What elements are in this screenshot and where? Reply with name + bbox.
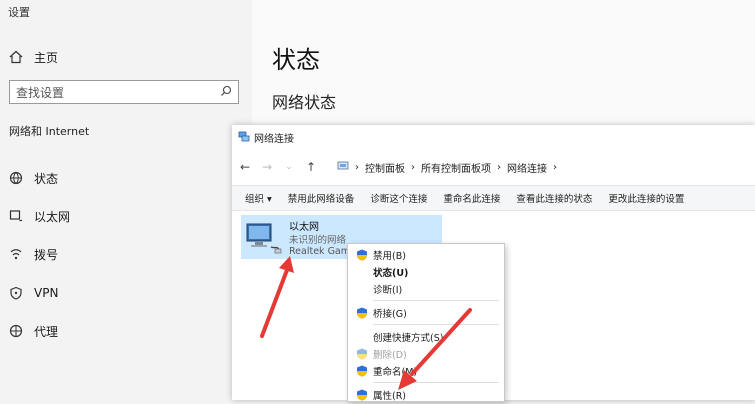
forward-arrow-icon[interactable]: → — [258, 160, 276, 174]
breadcrumb-control-panel[interactable]: 控制面板 — [365, 160, 405, 175]
menu-separator — [373, 300, 499, 301]
nav-item-label: 以太网 — [34, 209, 71, 224]
menu-item-bridge[interactable]: 桥接(G) — [348, 304, 504, 322]
connection-adapter: Realtek Gam — [289, 246, 351, 257]
breadcrumb-separator: › — [411, 161, 415, 173]
uac-shield-icon — [356, 249, 368, 261]
breadcrumb-all-items[interactable]: 所有控制面板项 — [421, 160, 491, 175]
search-placeholder: 查找设置 — [16, 85, 65, 100]
menu-item-properties[interactable]: 属性(R) — [348, 386, 504, 404]
explorer-window-title: 网络连接 — [254, 134, 294, 145]
disable-device-button[interactable]: 禁用此网络设备 — [280, 191, 363, 205]
uac-shield-icon — [356, 348, 368, 360]
menu-item-label: 禁用(B) — [373, 251, 406, 262]
menu-item-disable[interactable]: 禁用(B) — [348, 246, 504, 264]
menu-item-create-shortcut[interactable]: 创建快捷方式(S) — [348, 328, 504, 346]
uac-shield-icon — [356, 365, 368, 377]
menu-separator — [373, 382, 499, 383]
vpn-icon — [8, 286, 24, 300]
nav-item-label: VPN — [34, 286, 59, 300]
menu-item-label: 状态(U) — [373, 268, 409, 279]
menu-item-rename[interactable]: 重命名(M) — [348, 362, 504, 380]
uac-shield-icon — [356, 389, 368, 401]
home-icon — [8, 50, 24, 64]
diagnose-button[interactable]: 诊断这个连接 — [362, 191, 435, 205]
breadcrumb-separator: › — [355, 161, 359, 173]
nav-home[interactable]: 主页 — [8, 47, 58, 67]
menu-item-status[interactable]: 状态(U) — [348, 263, 504, 281]
dialup-icon — [8, 247, 24, 261]
network-folder-icon — [238, 130, 250, 145]
nav-item-label: 状态 — [34, 171, 59, 186]
control-panel-icon — [337, 160, 349, 175]
back-arrow-icon[interactable]: ← — [236, 160, 254, 174]
breadcrumb-separator: › — [497, 161, 501, 173]
settings-search-input[interactable]: 查找设置 — [9, 80, 239, 104]
nav-item-status[interactable]: 状态 — [8, 168, 58, 188]
menu-separator — [373, 324, 499, 325]
nav-item-dialup[interactable]: 拨号 — [8, 244, 58, 264]
change-settings-button[interactable]: 更改此连接的设置 — [600, 191, 692, 205]
network-adapter-icon — [245, 221, 283, 255]
page-subtitle: 网络状态 — [272, 93, 337, 112]
command-bar: 组织 ▾ 禁用此网络设备 诊断这个连接 重命名此连接 查看此连接的状态 更改此连… — [232, 185, 755, 211]
menu-item-label: 创建快捷方式(S) — [373, 333, 444, 344]
nav-item-vpn[interactable]: VPN — [8, 283, 58, 303]
breadcrumb: › 控制面板 › 所有控制面板项 › 网络连接 › — [334, 160, 560, 175]
nav-item-ethernet[interactable]: 以太网 — [8, 206, 70, 226]
connection-status: 未识别的网络 — [289, 235, 347, 246]
nav-item-label: 拨号 — [34, 247, 59, 262]
menu-item-label: 诊断(I) — [373, 285, 403, 296]
nav-item-label: 代理 — [34, 324, 59, 339]
nav-item-proxy[interactable]: 代理 — [8, 321, 58, 341]
settings-window-title: 设置 — [8, 6, 30, 19]
section-label-network: 网络和 Internet — [9, 125, 90, 138]
view-status-button[interactable]: 查看此连接的状态 — [508, 191, 600, 205]
proxy-globe-icon — [8, 324, 24, 338]
menu-item-diagnose[interactable]: 诊断(I) — [348, 280, 504, 298]
organize-button[interactable]: 组织 ▾ — [232, 191, 280, 205]
breadcrumb-separator: › — [553, 161, 557, 173]
ethernet-icon — [8, 209, 24, 223]
page-title: 状态 — [272, 46, 320, 74]
breadcrumb-network-connections[interactable]: 网络连接 — [507, 160, 547, 175]
address-bar: ← → ⌄ ↑ › 控制面板 › 所有控制面板项 › 网络连接 › — [232, 153, 755, 181]
recent-dropdown-icon[interactable]: ⌄ — [280, 162, 298, 172]
uac-shield-icon — [356, 307, 368, 319]
menu-item-label: 删除(D) — [373, 350, 407, 361]
nav-home-label: 主页 — [34, 50, 59, 65]
context-menu: 禁用(B) 状态(U) 诊断(I) 桥接(G) 创建快捷方式(S) 删除(D) … — [347, 243, 505, 402]
menu-item-delete[interactable]: 删除(D) — [348, 345, 504, 363]
settings-sidebar: 设置 主页 查找设置 网络和 Internet 状态 以太网 拨号 VPN 代理 — [0, 0, 252, 400]
explorer-title-bar: 网络连接 — [238, 130, 294, 145]
menu-item-label: 桥接(G) — [373, 309, 407, 320]
rename-button[interactable]: 重命名此连接 — [435, 191, 508, 205]
up-arrow-icon[interactable]: ↑ — [302, 160, 320, 174]
connection-name: 以太网 — [289, 222, 319, 233]
globe-status-icon — [8, 171, 24, 185]
menu-item-label: 重命名(M) — [373, 367, 418, 378]
search-icon[interactable] — [220, 85, 232, 100]
